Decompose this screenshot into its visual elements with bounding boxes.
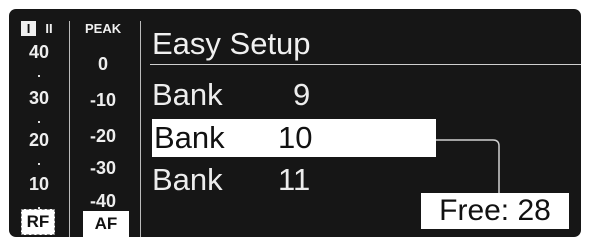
af-meter: 0 -10 -20 -30 -40: [79, 37, 129, 232]
rf-scale-20: 20: [28, 130, 50, 150]
peak-label: PEAK: [85, 21, 122, 36]
rf-label: RF: [26, 212, 50, 231]
menu-item-bank-9[interactable]: Bank 9: [152, 76, 436, 114]
receiver-2-label: II: [45, 21, 53, 36]
display-screen: I II PEAK 40 30 20 10 RF 0 -10 -20 -30 -…: [9, 9, 581, 237]
af-scale-minus30: -30: [89, 158, 116, 178]
title-underline: [150, 64, 581, 65]
af-scale-minus40: -40: [89, 191, 116, 211]
rf-scale-30: 30: [28, 88, 50, 108]
receiver-1-label: I: [21, 21, 36, 36]
panel-divider: [140, 21, 141, 237]
connector-line: [436, 139, 500, 193]
receiver-indicator: I II: [19, 21, 61, 37]
rf-meter: 40 30 20 10: [19, 37, 59, 232]
rf-tick: [38, 121, 40, 123]
af-label-box: AF: [83, 211, 129, 237]
rf-scale-10: 10: [28, 174, 50, 194]
af-label: AF: [94, 214, 118, 233]
af-scale-minus10: -10: [89, 90, 116, 110]
rf-tick: [38, 75, 40, 77]
menu-item-value: 9: [293, 77, 311, 112]
af-scale-minus20: -20: [89, 126, 116, 146]
menu-item-bank-11[interactable]: Bank 11: [152, 161, 436, 199]
menu-item-label: Bank: [152, 77, 223, 112]
menu-item-value: 11: [278, 162, 311, 197]
menu-item-label: Bank: [152, 162, 223, 197]
rf-scale-40: 40: [28, 42, 50, 62]
menu-item-value: 10: [278, 120, 313, 155]
af-scale-0: 0: [97, 54, 108, 74]
menu-item-bank-10[interactable]: Bank 10: [152, 119, 436, 157]
rf-label-box: RF: [21, 209, 55, 235]
page-title: Easy Setup: [152, 26, 311, 61]
free-count-badge: Free: 28: [421, 193, 569, 229]
menu-item-label: Bank: [154, 120, 225, 155]
rf-tick: [38, 163, 40, 165]
meter-divider: [69, 21, 70, 237]
